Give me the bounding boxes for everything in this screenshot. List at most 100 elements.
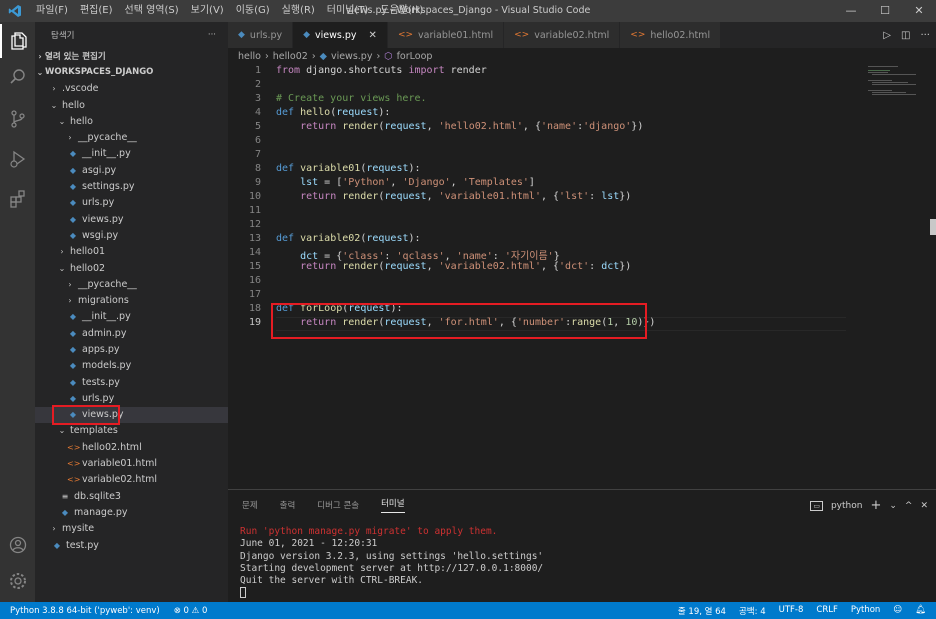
maximize-panel-button[interactable]: ^: [905, 501, 913, 511]
tree-file[interactable]: ◆ apps.py: [35, 341, 228, 357]
minimap[interactable]: [864, 64, 924, 104]
encoding[interactable]: UTF-8: [779, 605, 804, 617]
tree-item-label: views.py: [82, 213, 124, 225]
python-file-icon: ◆: [69, 230, 77, 240]
terminal-output[interactable]: Run 'python manage.py migrate' to apply …: [240, 526, 543, 600]
tree-file[interactable]: ◆ views.py: [35, 406, 228, 423]
extensions-icon[interactable]: [0, 182, 35, 216]
breadcrumb-item[interactable]: hello: [238, 51, 261, 62]
panel-tab[interactable]: 출력: [280, 499, 296, 511]
editor-tab[interactable]: ◆ urls.py: [228, 22, 294, 48]
file-tree: › .vscode ⌄ hello ⌄ hello › __pycache__ ◆ __init_…: [35, 81, 228, 554]
split-editor-button[interactable]: ◫: [901, 30, 910, 41]
tree-folder[interactable]: › hello01: [35, 244, 228, 260]
terminal-icon: ▭: [810, 500, 823, 511]
settings-gear-icon[interactable]: [0, 564, 35, 598]
python-interpreter[interactable]: Python 3.8.8 64-bit ('pyweb': venv): [10, 606, 160, 616]
panel-tab[interactable]: 터미널: [381, 497, 405, 513]
status-bar: Python 3.8.8 64-bit ('pyweb': venv) ⊗ 0 …: [0, 602, 936, 619]
tree-file[interactable]: ≡ db.sqlite3: [35, 488, 228, 504]
tree-folder[interactable]: › mysite: [35, 521, 228, 537]
menu-item[interactable]: 편집(E): [74, 0, 119, 22]
search-icon[interactable]: [0, 60, 35, 94]
minimize-button[interactable]: —: [834, 0, 868, 22]
run-debug-icon[interactable]: [0, 142, 35, 176]
menu-item[interactable]: 실행(R): [276, 0, 321, 22]
terminal-name[interactable]: python: [831, 501, 862, 511]
close-tab-icon[interactable]: ✕: [369, 30, 377, 41]
breadcrumb-item[interactable]: views.py: [331, 51, 373, 62]
editor-tab[interactable]: <> variable01.html: [387, 22, 505, 48]
breadcrumb-item[interactable]: hello02: [273, 51, 308, 62]
code-token: return: [300, 261, 337, 272]
tree-file[interactable]: ◆ settings.py: [35, 178, 228, 194]
tree-file[interactable]: ◆ urls.py: [35, 195, 228, 211]
more-actions-button[interactable]: ···: [920, 30, 930, 41]
tree-file[interactable]: ◆ manage.py: [35, 504, 228, 520]
editor-tab[interactable]: <> hello02.html: [620, 22, 722, 48]
terminal-dropdown-button[interactable]: ⌄: [889, 501, 897, 511]
tree-folder[interactable]: › __pycache__: [35, 276, 228, 292]
tree-folder[interactable]: ⌄ templates: [35, 423, 228, 439]
end-of-line[interactable]: CRLF: [816, 605, 837, 617]
tree-file[interactable]: ◆ __init__.py: [35, 146, 228, 162]
code-token: render: [342, 317, 379, 328]
tree-file[interactable]: ◆ __init__.py: [35, 309, 228, 325]
tree-file[interactable]: ◆ urls.py: [35, 390, 228, 406]
language-mode[interactable]: Python: [851, 605, 880, 617]
close-window-button[interactable]: ✕: [902, 0, 936, 22]
panel-tab[interactable]: 디버그 콘솔: [317, 499, 359, 511]
tree-file[interactable]: <> variable01.html: [35, 455, 228, 471]
cursor-position[interactable]: 줄 19, 열 64: [678, 605, 726, 617]
menu-item[interactable]: 선택 영역(S): [119, 0, 185, 22]
indentation[interactable]: 공백: 4: [739, 605, 766, 617]
editor-scrollbar[interactable]: [930, 219, 936, 235]
tree-folder[interactable]: ⌄ hello02: [35, 260, 228, 276]
tree-file[interactable]: ◆ wsgi.py: [35, 227, 228, 243]
tree-folder[interactable]: › .vscode: [35, 81, 228, 97]
open-editors-section[interactable]: › 열려 있는 편집기: [35, 48, 228, 64]
account-icon[interactable]: [0, 528, 35, 562]
menu-item[interactable]: 보기(V): [185, 0, 230, 22]
code-text: return render(request, 'variable02.html'…: [276, 261, 631, 272]
code-token: , {: [522, 121, 541, 132]
editor-tab[interactable]: <> variable02.html: [504, 22, 621, 48]
python-file-icon: ◆: [69, 361, 77, 371]
tree-file[interactable]: ◆ models.py: [35, 358, 228, 374]
editor-tab[interactable]: ◆ views.py ✕: [293, 22, 388, 48]
menu-item[interactable]: 파일(F): [30, 0, 74, 22]
python-file-icon: ◆: [69, 165, 77, 175]
breadcrumb-item[interactable]: forLoop: [397, 51, 433, 62]
source-control-icon[interactable]: [0, 102, 35, 136]
maximize-button[interactable]: ☐: [868, 0, 902, 22]
function-symbol-icon: ⬡: [384, 50, 393, 62]
run-python-button[interactable]: ▷: [883, 30, 891, 41]
explorer-icon[interactable]: [0, 24, 35, 58]
tab-label: urls.py: [249, 29, 283, 41]
menu-item[interactable]: 이동(G): [230, 0, 276, 22]
html-icon: <>: [514, 30, 530, 40]
menu-item[interactable]: 터미널(T): [321, 0, 375, 22]
notifications-bell-icon[interactable]: 🔔︎: [915, 605, 926, 617]
tree-folder[interactable]: › __pycache__: [35, 129, 228, 145]
tree-file[interactable]: <> variable02.html: [35, 472, 228, 488]
tree-file[interactable]: ◆ asgi.py: [35, 162, 228, 178]
tree-file[interactable]: ◆ views.py: [35, 211, 228, 227]
code-editor[interactable]: 1 from django.shortcuts import render 2 3 # …: [228, 64, 936, 489]
tree-folder[interactable]: › migrations: [35, 292, 228, 308]
explorer-more-button[interactable]: ···: [208, 30, 216, 40]
close-panel-button[interactable]: ✕: [920, 501, 928, 511]
add-terminal-button[interactable]: +: [870, 498, 881, 513]
tree-file[interactable]: ◆ tests.py: [35, 374, 228, 390]
feedback-icon[interactable]: ☺: [893, 605, 902, 617]
workspace-section[interactable]: ⌄ WORKSPACES_DJANGO: [35, 64, 228, 80]
menu-item[interactable]: 도움말(H): [374, 0, 429, 22]
tree-folder[interactable]: ⌄ hello: [35, 113, 228, 129]
problems-count[interactable]: ⊗ 0 ⚠ 0: [174, 606, 208, 616]
tree-file[interactable]: ◆ test.py: [35, 537, 228, 553]
tree-file[interactable]: ◆ admin.py: [35, 325, 228, 341]
panel-tab[interactable]: 문제: [242, 499, 258, 511]
tree-file[interactable]: <> hello02.html: [35, 439, 228, 455]
tree-folder[interactable]: ⌄ hello: [35, 97, 228, 113]
